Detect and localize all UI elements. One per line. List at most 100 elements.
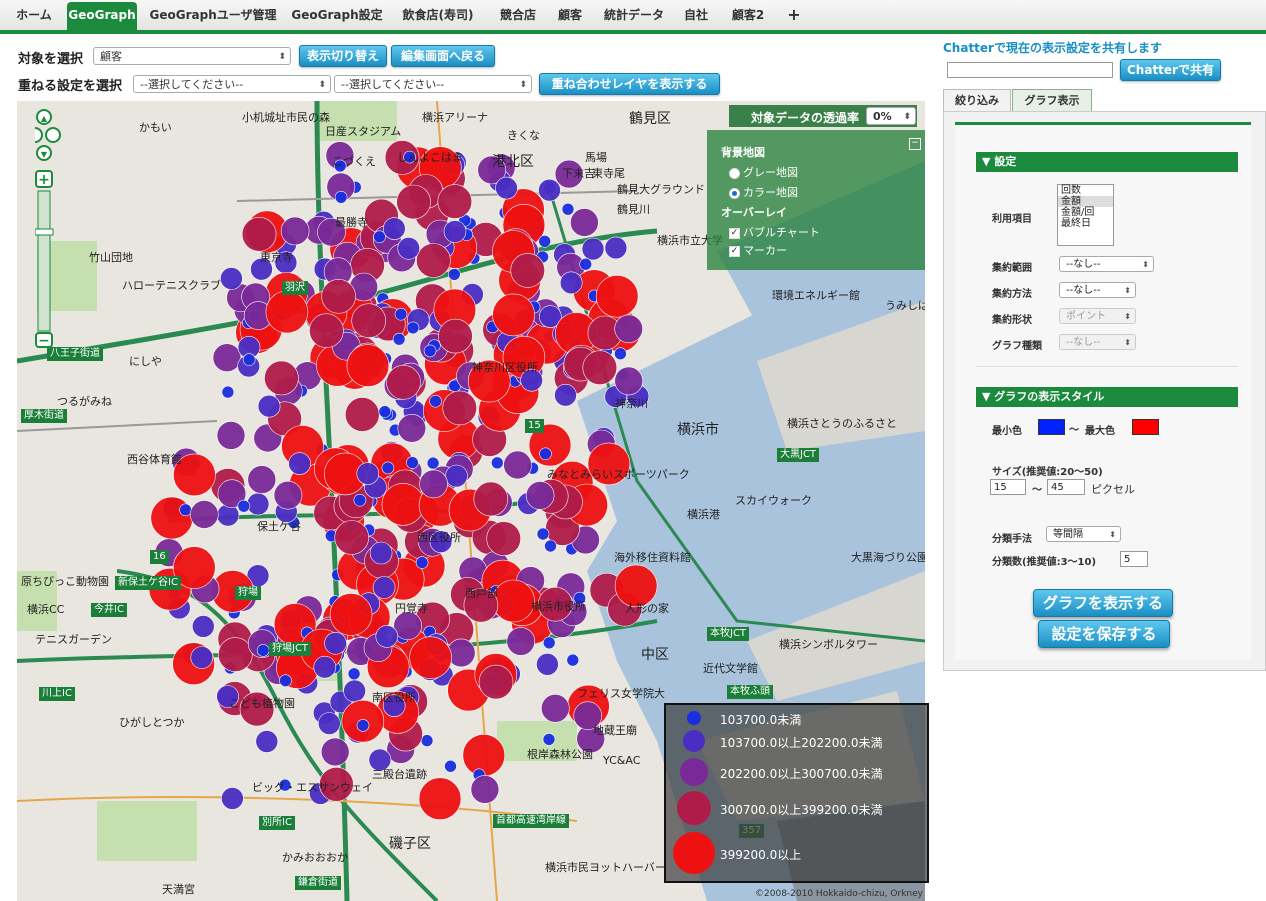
customer-bubble[interactable]: [190, 500, 219, 529]
tab-competitors[interactable]: 競合店: [490, 3, 546, 27]
customer-bubble[interactable]: [353, 493, 367, 507]
tab-geograph-settings[interactable]: GeoGraph設定: [288, 3, 386, 27]
customer-bubble[interactable]: [313, 655, 337, 679]
customer-bubble[interactable]: [445, 464, 468, 488]
customer-bubble[interactable]: [447, 268, 461, 281]
customer-bubble[interactable]: [265, 290, 309, 334]
customer-bubble[interactable]: [241, 217, 277, 252]
show-graph-button[interactable]: グラフを表示する: [1033, 589, 1173, 617]
customer-bubble[interactable]: [419, 469, 448, 499]
customer-bubble[interactable]: [309, 313, 344, 348]
customer-bubble[interactable]: [614, 347, 627, 360]
zoom-slider-handle[interactable]: [35, 228, 54, 236]
customer-bubble[interactable]: [192, 615, 215, 638]
show-overlay-layer-button[interactable]: 重ね合わせレイヤを表示する: [539, 73, 720, 95]
save-settings-button[interactable]: 設定を保存する: [1038, 620, 1170, 648]
customer-bubble[interactable]: [525, 481, 555, 510]
customer-bubble[interactable]: [378, 405, 392, 418]
customer-bubble[interactable]: [212, 343, 242, 373]
customer-bubble[interactable]: [334, 520, 370, 555]
size-max-input[interactable]: 45: [1047, 479, 1085, 495]
pan-left-icon[interactable]: [35, 127, 43, 143]
customer-bubble[interactable]: [559, 271, 583, 295]
customer-bubble[interactable]: [492, 579, 535, 623]
customer-bubble[interactable]: [542, 636, 556, 650]
customer-bubble[interactable]: [397, 237, 421, 260]
customer-bubble[interactable]: [443, 220, 467, 243]
customer-bubble[interactable]: [406, 456, 419, 469]
customer-bubble[interactable]: [415, 556, 429, 569]
customer-bubble[interactable]: [544, 539, 557, 553]
customer-bubble[interactable]: [604, 236, 628, 260]
customer-bubble[interactable]: [382, 217, 406, 240]
customer-bubble[interactable]: [356, 719, 370, 732]
customer-bubble[interactable]: [190, 646, 214, 669]
settings-section-header[interactable]: ▼ 設定: [976, 152, 1238, 172]
customer-bubble[interactable]: [542, 733, 556, 746]
customer-bubble[interactable]: [437, 184, 473, 219]
customer-bubble[interactable]: [280, 216, 310, 246]
customer-bubble[interactable]: [406, 321, 420, 335]
method-select[interactable]: --なし-- ⬍: [1059, 282, 1136, 298]
customer-bubble[interactable]: [536, 652, 559, 676]
customer-bubble[interactable]: [273, 480, 303, 510]
customer-bubble[interactable]: [566, 653, 580, 667]
customer-bubble[interactable]: [446, 638, 476, 668]
tab-home[interactable]: ホーム: [6, 3, 62, 27]
usage-option[interactable]: 最終日: [1058, 218, 1113, 229]
customer-bubble[interactable]: [539, 447, 552, 461]
customer-bubble[interactable]: [418, 777, 462, 821]
target-select[interactable]: 顧客 ⬍: [93, 47, 291, 65]
toggle-display-button[interactable]: 表示切り替え: [299, 45, 387, 67]
customer-bubble[interactable]: [221, 787, 244, 810]
customer-bubble[interactable]: [246, 492, 270, 516]
customer-bubble[interactable]: [397, 413, 427, 443]
customer-bubble[interactable]: [221, 385, 235, 399]
usage-option[interactable]: 金額/回: [1058, 207, 1113, 218]
zoom-slider[interactable]: [37, 190, 51, 332]
back-to-edit-button[interactable]: 編集画面へ戻る: [391, 45, 495, 67]
customer-bubble[interactable]: [538, 235, 552, 248]
customer-bubble[interactable]: [279, 674, 292, 688]
customer-bubble[interactable]: [581, 237, 605, 261]
customer-bubble[interactable]: [288, 452, 311, 475]
customer-bubble[interactable]: [579, 257, 593, 271]
customer-bubble[interactable]: [429, 394, 442, 408]
customer-bubble[interactable]: [324, 631, 347, 655]
customer-bubble[interactable]: [492, 293, 535, 337]
tab-graph-display[interactable]: グラフ表示: [1012, 89, 1092, 112]
customer-bubble[interactable]: [426, 456, 440, 470]
customer-bubble[interactable]: [150, 496, 194, 540]
collapse-panel-icon[interactable]: −: [909, 138, 921, 150]
customer-bubble[interactable]: [220, 267, 243, 290]
tab-geograph[interactable]: GeoGraph: [67, 2, 137, 30]
customer-bubble[interactable]: [614, 314, 644, 344]
customer-bubble[interactable]: [473, 481, 509, 517]
overlay-select-2[interactable]: --選択してください-- ⬍: [334, 75, 532, 93]
customer-bubble[interactable]: [582, 350, 618, 386]
customer-bubble[interactable]: [423, 344, 437, 358]
customer-bubble[interactable]: [344, 397, 380, 432]
customer-bubble[interactable]: [320, 737, 350, 767]
customer-bubble[interactable]: [420, 734, 434, 747]
customer-bubble[interactable]: [554, 383, 577, 407]
customer-bubble[interactable]: [346, 344, 390, 387]
customer-bubble[interactable]: [347, 667, 361, 681]
customer-bubble[interactable]: [372, 576, 396, 599]
customer-bubble[interactable]: [495, 176, 518, 200]
bubble-chart-option[interactable]: バブルチャート: [729, 224, 820, 240]
color-map-option[interactable]: カラー地図: [729, 184, 798, 200]
customer-bubble[interactable]: [373, 230, 386, 244]
customer-bubble[interactable]: [394, 307, 408, 321]
customer-bubble[interactable]: [490, 456, 504, 470]
customer-bubble[interactable]: [409, 636, 452, 680]
customer-bubble[interactable]: [216, 421, 246, 450]
customer-bubble[interactable]: [595, 275, 639, 318]
tab-customers2[interactable]: 顧客2: [724, 3, 772, 27]
customer-bubble[interactable]: [343, 679, 366, 703]
customer-bubble[interactable]: [392, 332, 406, 346]
tab-own-company[interactable]: 自社: [676, 3, 716, 27]
customer-bubble[interactable]: [444, 759, 457, 773]
marker-option[interactable]: マーカー: [729, 242, 787, 258]
customer-bubble[interactable]: [506, 627, 536, 656]
